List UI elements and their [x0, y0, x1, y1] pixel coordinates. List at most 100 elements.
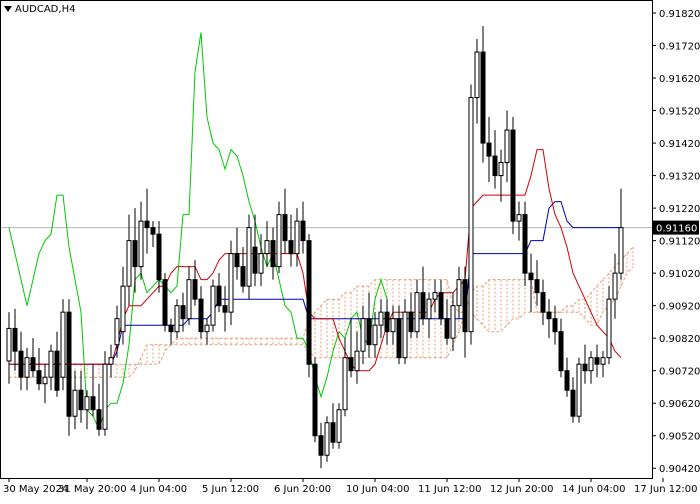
candle-body-bear	[36, 370, 42, 385]
candle	[336, 403, 342, 449]
candle-body-bull	[174, 305, 180, 333]
candle-body-bear	[486, 142, 492, 157]
candle-body-bear	[162, 279, 168, 326]
candle-body-bull	[114, 318, 120, 346]
candle-body-bull	[498, 162, 504, 177]
y-tick-label: 0.91220	[659, 204, 700, 215]
candle	[576, 357, 582, 423]
candle-body-bear	[444, 318, 450, 339]
candle-body-bear	[252, 246, 258, 274]
candle-body-bull	[432, 292, 438, 300]
y-axis: 0.90420 0.90520 0.90620 0.90720 0.90820 0.909…	[652, 9, 700, 475]
candle-body-bull	[414, 292, 420, 333]
candle	[468, 84, 474, 345]
candle-body-bull	[378, 311, 384, 326]
candle-body-bull	[264, 240, 270, 255]
candle-body-bear	[582, 363, 588, 372]
candle-body-bear	[18, 350, 24, 378]
candle	[228, 240, 234, 326]
candle-body-bear	[534, 279, 540, 294]
y-tick-label: 0.91820	[659, 9, 700, 20]
candle-body-bear	[552, 318, 558, 333]
candle-body-bear	[384, 311, 390, 333]
candle-body-bull	[186, 279, 192, 320]
x-tick-label: 6 Jun 20:00	[274, 484, 331, 495]
candle-body-bear	[240, 266, 246, 287]
candle-body-bull	[324, 422, 330, 456]
y-tick-label: 0.90820	[659, 334, 700, 345]
candle-body-bear	[66, 311, 72, 417]
candle-body-bear	[348, 357, 354, 372]
candle-body-bear	[366, 318, 372, 346]
x-tick-label: 4 Jun 04:00	[130, 484, 187, 495]
candle	[306, 234, 312, 378]
candle	[162, 273, 168, 332]
price-chart[interactable]: 0.90420 0.90520 0.90620 0.90720 0.90820 0.909…	[0, 0, 700, 500]
candle-body-bear	[168, 324, 174, 333]
candle-body-bull	[228, 253, 234, 313]
candle-body-bull	[108, 357, 114, 365]
y-tick-label: 0.91420	[659, 139, 700, 150]
candle-body-bull	[606, 298, 612, 359]
x-tick-label: 5 Jun 12:00	[202, 484, 259, 495]
candle-body-bear	[420, 292, 426, 320]
candle-body-bull	[474, 51, 480, 99]
candle-body-bear	[594, 357, 600, 365]
candle	[210, 279, 216, 332]
y-tick-label: 0.91520	[659, 107, 700, 118]
candle	[60, 299, 66, 391]
candle-body-bear	[564, 370, 570, 391]
candle-body-bear	[396, 318, 402, 359]
candle-body-bear	[282, 214, 288, 242]
candle-body-bear	[216, 285, 222, 307]
candle-body-bear	[318, 435, 324, 456]
candle-body-bull	[294, 220, 300, 255]
candle-body-bull	[360, 318, 366, 352]
candle-body-bear	[156, 233, 162, 281]
candle-body-bear	[78, 389, 84, 411]
candle	[324, 416, 330, 462]
candle	[522, 201, 528, 287]
candle-body-bull	[336, 409, 342, 443]
candle-body-bull	[516, 214, 522, 222]
candle-body-bull	[612, 272, 618, 300]
current-price-label: 0.91160	[653, 220, 699, 235]
candle-body-bear	[180, 305, 186, 320]
candle-body-bull	[246, 227, 252, 287]
candle-body-bear	[198, 298, 204, 333]
candle-body-bear	[528, 272, 534, 281]
candle-body-bull	[276, 214, 282, 268]
candle	[312, 357, 318, 443]
y-tick-label: 0.91620	[659, 74, 700, 85]
dropdown-triangle-icon[interactable]	[4, 6, 12, 12]
candle-body-bear	[522, 214, 528, 274]
y-tick-label: 0.90620	[659, 399, 700, 410]
candle-body-bull	[354, 350, 360, 372]
candle-body-bull	[120, 285, 126, 333]
candle-body-bull	[6, 327, 12, 362]
candle-body-bear	[132, 240, 138, 268]
candle-body-bear	[492, 155, 498, 177]
candle-body-bull	[60, 311, 66, 378]
candle-body-bull	[48, 350, 54, 378]
y-tick-label: 0.91720	[659, 42, 700, 53]
candle-body-bear	[480, 51, 486, 144]
candle-body-bull	[258, 253, 264, 274]
candle-body-bear	[30, 357, 36, 372]
candle-body-bear	[546, 311, 552, 320]
candle-body-bear	[330, 422, 336, 443]
candle-body-bear	[306, 240, 312, 365]
price-label-text: 0.91160	[656, 224, 697, 235]
y-tick-label: 0.90520	[659, 432, 700, 443]
candle-body-bear	[96, 409, 102, 430]
candle	[246, 214, 252, 300]
y-tick-label: 0.91120	[659, 237, 700, 248]
x-tick-label: 31 May 20:00	[58, 484, 127, 495]
candle-body-bull	[618, 227, 624, 274]
candle-body-bull	[72, 389, 78, 417]
candle-body-bear	[570, 389, 576, 417]
candle-body-bear	[144, 220, 150, 229]
candle-body-bear	[300, 220, 306, 242]
candle-body-bull	[468, 97, 474, 333]
candle-body-bear	[270, 240, 276, 268]
